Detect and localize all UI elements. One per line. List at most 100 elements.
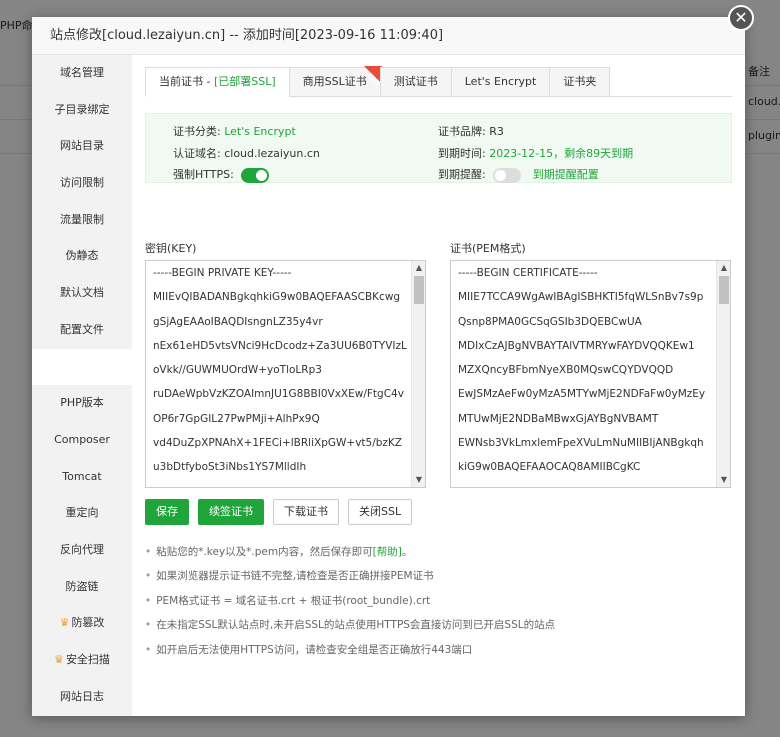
sidebar-item-label: 网站日志	[60, 689, 104, 703]
cert-category-row: 证书分类: Let's Encrypt	[173, 123, 296, 139]
sidebar-item-13[interactable]: 反向代理	[32, 532, 132, 569]
renew-certificate-button[interactable]: 续签证书	[198, 499, 264, 525]
cert-pane-label: 证书(PEM格式)	[450, 242, 526, 255]
sidebar-item-4[interactable]: 流量限制	[32, 202, 132, 239]
vip-crown-icon: ♛	[54, 653, 64, 666]
tab-test-label: 测试证书	[393, 75, 438, 88]
certificate-info-box: 证书分类: Let's Encrypt 认证域名: cloud.lezaiyun…	[145, 113, 732, 183]
text-line: gSjAgEAAoIBAQDIsngnLZ35y4vr	[153, 315, 323, 328]
sidebar-item-label: 防盗链	[65, 579, 99, 593]
cert-domain-row: 认证域名: cloud.lezaiyun.cn	[173, 145, 320, 161]
certificate-textarea[interactable]: -----BEGIN CERTIFICATE----- MIIE7TCCA9WgA…	[450, 260, 731, 488]
tab-current-status: [已部署SSL]	[213, 75, 276, 88]
sidebar-item-7[interactable]: 配置文件	[32, 312, 132, 349]
text-line: MIIEvQIBADANBgkqhkiG9w0BAQEFAASCBKcwg	[153, 291, 401, 304]
save-button[interactable]: 保存	[145, 499, 189, 525]
cert-brand-label: 证书品牌:	[438, 125, 486, 138]
sidebar-item-15[interactable]: ♛ 防篡改	[32, 605, 132, 642]
private-key-textarea[interactable]: -----BEGIN PRIVATE KEY----- MIIEvQIBADANB…	[145, 260, 426, 488]
text-line: EWNsb3VkLmxlemFpeXVuLmNuMIIBIjANBgkqh	[458, 437, 704, 450]
sidebar-item-label: 网站目录	[60, 139, 104, 153]
tab-letsencrypt-label: Let's Encrypt	[464, 75, 537, 88]
sidebar-item-label: PHP版本	[60, 396, 104, 410]
force-https-toggle[interactable]	[241, 167, 270, 183]
close-ssl-button[interactable]: 关闭SSL	[348, 499, 413, 525]
sidebar-item-label: 流量限制	[60, 212, 104, 226]
text-line: kiG9w0BAQEFAAOCAQ8AMIIBCgKC	[458, 461, 641, 474]
settings-sidebar: 域名管理子目录绑定网站目录访问限制流量限制伪静态默认文档配置文件 SSL PHP版本…	[32, 55, 132, 716]
sidebar-item-6[interactable]: 默认文档	[32, 275, 132, 312]
text-line: -----BEGIN PRIVATE KEY-----	[153, 267, 292, 279]
expire-remind-label: 到期提醒:	[438, 168, 486, 181]
tip-item: PEM格式证书 = 域名证书.crt + 根证书(root_bundle).cr…	[145, 589, 555, 613]
cert-brand-value: R3	[489, 125, 504, 138]
sidebar-item-8[interactable]: SSL	[32, 348, 132, 386]
sidebar-item-1[interactable]: 子目录绑定	[32, 92, 132, 129]
text-line: MTUwMjE2NDBaMBwxGjAYBgNVBAMT	[458, 412, 659, 425]
sidebar-item-12[interactable]: 重定向	[32, 495, 132, 532]
sidebar-item-2[interactable]: 网站目录	[32, 128, 132, 165]
cert-expire-row: 到期时间: 2023-12-15，剩余89天到期	[438, 145, 633, 161]
scroll-up-icon[interactable]: ▲	[412, 261, 425, 275]
force-https-row: 强制HTTPS:	[173, 166, 270, 183]
key-scroll-thumb[interactable]	[414, 276, 424, 304]
key-scrollbar[interactable]: ▲ ▼	[411, 261, 425, 487]
cert-brand-row: 证书品牌: R3	[438, 123, 504, 139]
expire-remind-toggle[interactable]	[493, 167, 522, 183]
sidebar-item-label: 子目录绑定	[54, 102, 110, 116]
sidebar-item-label: Composer	[54, 432, 110, 446]
help-link[interactable]: [帮助]	[373, 546, 402, 558]
text-line: oVkk//GUWMUOrdW+yoTloLRp3	[153, 364, 322, 377]
cert-scroll-thumb[interactable]	[719, 276, 729, 304]
cert-expire-label: 到期时间:	[438, 147, 486, 160]
text-line: vd4DuZpXPNAhX+1FECi+lBRliXpGW+vt5/bzKZ	[153, 437, 402, 450]
text-line: MIIE7TCCA9WgAwIBAgISBHKTI5fqWLSnBv7s9p	[458, 291, 704, 304]
sidebar-item-label: 防篡改	[71, 616, 105, 630]
sidebar-item-label: 重定向	[65, 506, 99, 520]
text-line: ojNvU8Jdr3HsN8kuwDdr0nPn07O04YX+n5gv88	[146, 480, 411, 487]
force-https-label: 强制HTTPS:	[173, 168, 234, 181]
text-line: OP6r7GpGIL27PwPMji+AlhPx9Q	[153, 412, 320, 425]
tab-folder-label: 证书夹	[563, 75, 597, 88]
sidebar-item-label: 默认文档	[60, 286, 104, 300]
tip-paste-end: 。	[401, 546, 413, 558]
tab-certificate-folder[interactable]: 证书夹	[549, 67, 611, 97]
scroll-up-icon[interactable]: ▲	[717, 261, 730, 275]
sidebar-item-10[interactable]: Composer	[32, 422, 132, 459]
cert-category-value: Let's Encrypt	[224, 125, 296, 138]
tab-current-label: 当前证书 -	[159, 75, 214, 88]
tab-current-certificate[interactable]: 当前证书 - [已部署SSL]	[145, 67, 289, 97]
scroll-down-icon[interactable]: ▼	[412, 473, 425, 487]
sidebar-item-16[interactable]: ♛ 安全扫描	[32, 642, 132, 679]
sidebar-item-3[interactable]: 访问限制	[32, 165, 132, 202]
text-line: ruDAeWpbVzKZOAImnJU1G8BBI0VxXEw/FtgC4v	[153, 388, 404, 401]
scroll-down-icon[interactable]: ▼	[717, 473, 730, 487]
tab-commercial-label: 商用SSL证书	[302, 75, 367, 88]
sidebar-item-17[interactable]: 网站日志	[32, 679, 132, 716]
close-icon[interactable]: ✕	[728, 5, 754, 31]
sidebar-item-label: 反向代理	[60, 542, 104, 556]
ssl-panel: 当前证书 - [已部署SSL] 商用SSL证书 推荐 测试证书 Let's En…	[145, 66, 732, 656]
tab-test-certificate[interactable]: 测试证书	[379, 67, 451, 97]
tab-letsencrypt[interactable]: Let's Encrypt	[450, 67, 550, 97]
tab-commercial-ssl[interactable]: 商用SSL证书 推荐	[288, 66, 382, 97]
download-certificate-button[interactable]: 下载证书	[273, 499, 339, 525]
sidebar-item-11[interactable]: Tomcat	[32, 459, 132, 496]
expire-remind-row: 到期提醒: 到期提醒配置	[438, 166, 599, 183]
sidebar-item-label: 安全扫描	[65, 653, 110, 666]
sidebar-item-9[interactable]: PHP版本	[32, 385, 132, 422]
sidebar-item-14[interactable]: 防盗链	[32, 569, 132, 606]
cert-domain-value: cloud.lezaiyun.cn	[224, 147, 320, 160]
sidebar-item-0[interactable]: 域名管理	[32, 55, 132, 92]
text-line: AQEAyLJ4Jy2d+cuL65xMetXhw+b7bFTXIvR3A3	[451, 480, 716, 487]
vip-crown-icon: ♛	[59, 616, 70, 630]
sidebar-item-label: 伪静态	[65, 249, 99, 263]
sidebar-item-5[interactable]: 伪静态	[32, 238, 132, 275]
cert-scrollbar[interactable]: ▲ ▼	[716, 261, 730, 487]
text-line: u3bDtfyboSt3iNbs1YS7MlldIh	[153, 461, 307, 474]
tip-item: 粘贴您的*.key以及*.pem内容，然后保存即可[帮助]。	[145, 540, 555, 564]
sidebar-item-label: 域名管理	[60, 66, 104, 79]
modal-title: 站点修改[cloud.lezaiyun.cn] -- 添加时间[2023-09-…	[32, 17, 745, 55]
ssl-action-buttons: 保存 续签证书 下载证书 关闭SSL	[145, 499, 421, 525]
expire-remind-config-link[interactable]: 到期提醒配置	[533, 168, 599, 181]
